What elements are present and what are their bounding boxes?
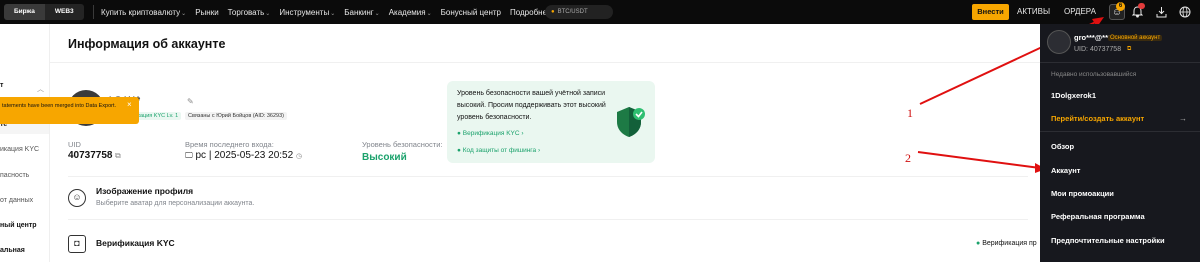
annotation-number-2: 2	[905, 151, 911, 165]
dropdown-uid: UID: 40737758	[1074, 46, 1122, 53]
menu-account[interactable]: Аккаунт	[1051, 166, 1080, 175]
recent-account-item[interactable]: 1Dolgxerok1	[1051, 91, 1096, 100]
annotation-arrow-2	[917, 151, 1041, 169]
switch-create-account[interactable]: Перейти/создать аккаунт	[1051, 114, 1144, 123]
dropdown-divider	[1040, 62, 1200, 63]
menu-promotions[interactable]: Мои промоакции	[1051, 189, 1114, 198]
main-account-badge: Основной аккаунт	[1108, 35, 1163, 41]
annotation-number-1: 1	[907, 106, 913, 120]
recent-accounts-label: Недавно использовавшийся	[1051, 71, 1137, 78]
arrow-right-icon: →	[1179, 114, 1187, 123]
annotation-arrows	[917, 17, 1104, 173]
copy-icon[interactable]: ⧉	[1127, 46, 1131, 53]
menu-overview[interactable]: Обзор	[1051, 142, 1074, 151]
menu-referral[interactable]: Реферальная программа	[1051, 212, 1145, 221]
dropdown-divider	[1040, 131, 1200, 132]
dropdown-avatar	[1047, 30, 1071, 54]
menu-preferences[interactable]: Предпочтительные настройки	[1051, 236, 1165, 245]
